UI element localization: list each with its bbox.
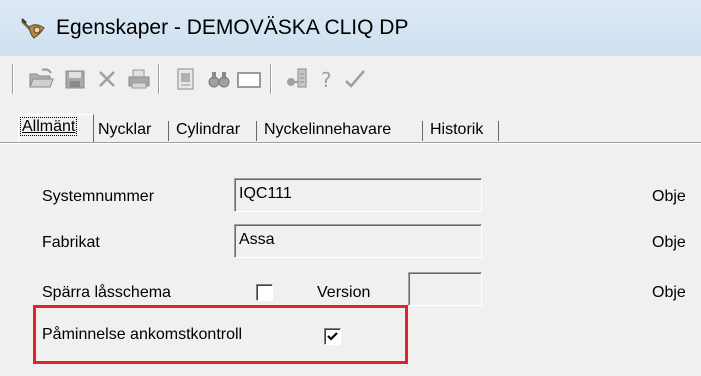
tab-divider xyxy=(256,121,257,141)
tab-allmant[interactable]: Allmänt xyxy=(18,114,94,143)
tab-divider xyxy=(422,121,423,141)
tab-divider xyxy=(168,121,169,141)
help-icon[interactable]: ? xyxy=(312,65,342,93)
report-icon[interactable] xyxy=(170,65,200,93)
objekt-label: Obje xyxy=(652,234,686,251)
toolbar-separator xyxy=(158,64,160,94)
tab-nycklar[interactable]: Nycklar xyxy=(98,119,151,141)
print-icon[interactable] xyxy=(124,65,154,93)
find-icon[interactable] xyxy=(204,65,234,93)
tab-cylindrar[interactable]: Cylindrar xyxy=(176,119,240,141)
toolbar: ? xyxy=(0,56,701,100)
window-title: Egenskaper - DEMOVÄSKA CLIQ DP xyxy=(56,16,409,39)
fabrikat-field[interactable]: Assa xyxy=(234,224,482,258)
highlight-box xyxy=(33,305,408,364)
check-icon[interactable] xyxy=(340,65,370,93)
delete-icon[interactable] xyxy=(92,65,122,93)
title-bar[interactable]: Egenskaper - DEMOVÄSKA CLIQ DP xyxy=(0,0,701,56)
key-list-icon[interactable] xyxy=(282,65,312,93)
systemnummer-field[interactable]: IQC111 xyxy=(234,178,482,212)
tab-historik[interactable]: Historik xyxy=(430,119,483,141)
fabrikat-label: Fabrikat xyxy=(42,234,100,251)
systemnummer-label: Systemnummer xyxy=(42,188,155,205)
svg-text:?: ? xyxy=(321,68,332,92)
app-key-icon xyxy=(20,16,48,42)
tab-nyckelinnehavare[interactable]: Nyckelinnehavare xyxy=(264,119,391,141)
version-field[interactable] xyxy=(408,272,482,306)
version-label: Version xyxy=(317,284,371,301)
objekt-label: Obje xyxy=(652,188,686,205)
save-icon[interactable] xyxy=(60,65,90,93)
open-folder-icon[interactable] xyxy=(26,65,56,93)
toolbar-separator xyxy=(12,64,14,94)
tab-divider xyxy=(498,121,499,141)
sparra-lasschema-checkbox[interactable] xyxy=(256,284,273,301)
sparra-lasschema-label: Spärra låsschema xyxy=(42,284,171,301)
window-icon[interactable] xyxy=(234,65,264,93)
tab-panel-border xyxy=(0,143,701,144)
tab-strip: Allmänt Nycklar Cylindrar Nyckelinnehava… xyxy=(0,100,701,143)
toolbar-separator xyxy=(270,64,272,94)
objekt-label: Obje xyxy=(652,284,686,301)
